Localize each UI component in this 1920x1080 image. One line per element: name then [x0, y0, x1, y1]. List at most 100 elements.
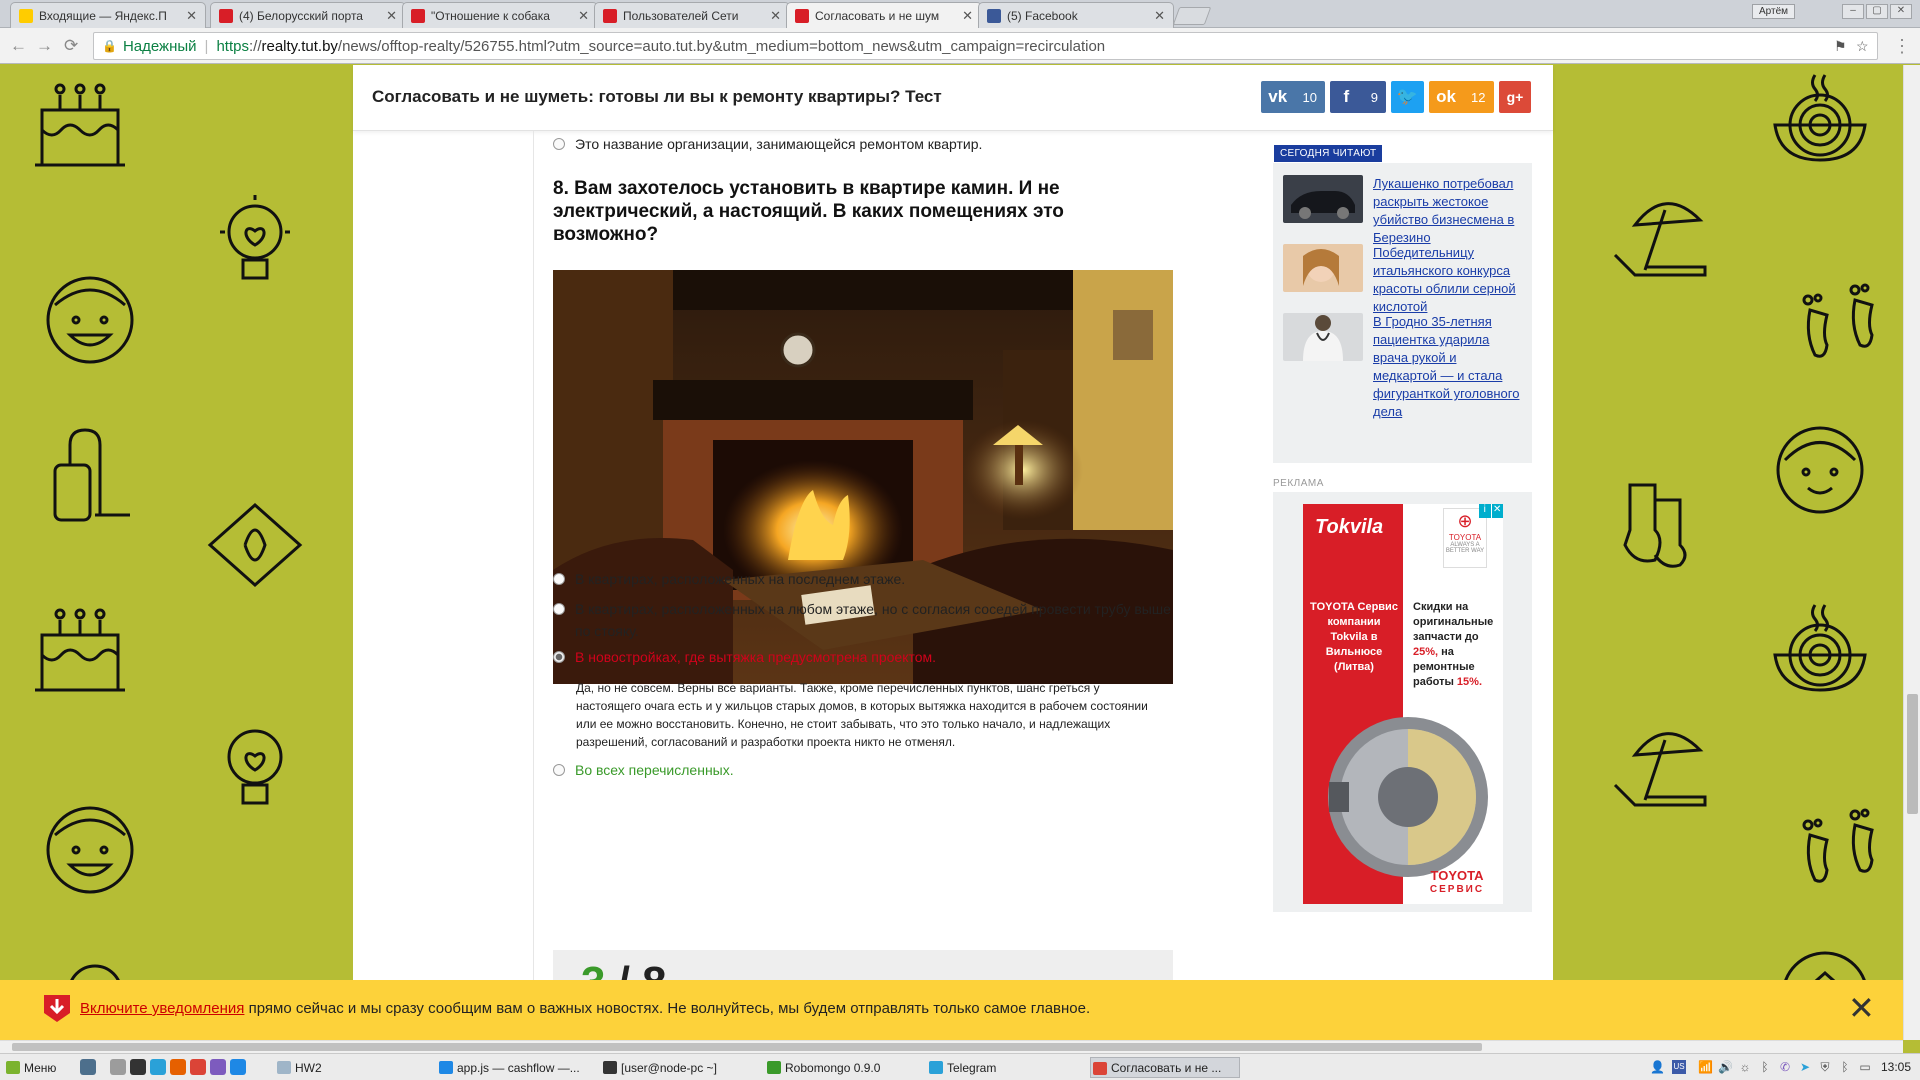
url-text[interactable]: https://realty.tut.by/news/offtop-realty… [216, 38, 1105, 55]
option-text: В квартирах, расположенных на любом этаж… [575, 601, 1171, 639]
news-thumbnail [1283, 244, 1363, 292]
back-arrow-icon[interactable]: ← [10, 36, 27, 56]
ad-footer-sub: СЕРВИС [1429, 884, 1485, 895]
viber-tray-icon[interactable]: ✆ [1778, 1060, 1792, 1074]
os-taskbar: Меню HW2 app.js — cashflow —... [user@no… [0, 1053, 1920, 1080]
share-twitter-button[interactable]: 🐦 [1391, 81, 1424, 113]
address-bar[interactable]: 🔒 Надежный | https://realty.tut.by/news/… [93, 32, 1878, 60]
keyboard-layout-flag-icon[interactable]: US [1672, 1060, 1686, 1074]
chrome-icon[interactable] [190, 1059, 206, 1075]
taskbar-window[interactable]: Robomongo 0.9.0 [765, 1057, 915, 1078]
content-column: Согласовать и не шуметь: готовы ли вы к … [353, 65, 1553, 1040]
news-link[interactable]: Победительницу итальянского конкурса кра… [1373, 244, 1523, 316]
taskbar-window[interactable]: [user@node-pc ~] [601, 1057, 751, 1078]
quiz-option[interactable]: В квартирах, расположенных на любом этаж… [553, 598, 1173, 642]
column-divider [533, 131, 534, 1040]
telegram-icon[interactable] [150, 1059, 166, 1075]
close-tab-icon[interactable]: ✕ [770, 8, 781, 24]
radio-button[interactable] [553, 138, 565, 150]
shield-icon[interactable]: ⛨ [1818, 1060, 1832, 1074]
menu-kebab-icon[interactable]: ⋮ [1893, 36, 1911, 57]
quiz-option-selected-wrong[interactable]: В новостройках, где вытяжка предусмотрен… [553, 646, 1173, 668]
ad-choices[interactable]: i ✕ [1479, 504, 1503, 518]
radio-button-selected[interactable] [553, 651, 565, 663]
adchoices-icon[interactable]: i [1479, 504, 1491, 518]
radio-button[interactable] [553, 764, 565, 776]
browser-tab[interactable]: Пользователей Сети ✕ [594, 2, 790, 28]
share-facebook-button[interactable]: f 9 [1330, 81, 1386, 113]
minimize-button[interactable]: – [1842, 4, 1864, 19]
maximize-button[interactable]: ▢ [1866, 4, 1888, 19]
close-window-button[interactable]: ✕ [1890, 4, 1912, 19]
scrollbar-thumb[interactable] [1907, 694, 1918, 814]
browser-tab-active[interactable]: Согласовать и не шум ✕ [786, 2, 982, 29]
share-count: 10 [1302, 89, 1317, 105]
tokvila-ad-banner[interactable]: Tokvila TOYOTA Сервис компании Tokvila в… [1303, 504, 1503, 904]
brightness-icon[interactable]: ☼ [1738, 1060, 1752, 1074]
ad-close-icon[interactable]: ✕ [1491, 504, 1503, 518]
taskbar-window-active[interactable]: Согласовать и не ... [1090, 1057, 1240, 1078]
new-tab-button[interactable] [1172, 7, 1212, 25]
vscode-icon[interactable] [230, 1059, 246, 1075]
window-title: Telegram [947, 1060, 997, 1075]
reload-icon[interactable]: ⟳ [64, 36, 78, 56]
files-icon[interactable] [110, 1059, 126, 1075]
browser-tab-strip: Входящие — Яндекс.П ✕ (4) Белорусский по… [0, 0, 1920, 29]
smiling-face-icon [46, 276, 134, 364]
taskbar-window[interactable]: HW2 [275, 1057, 425, 1078]
tab-title: (4) Белорусский порта [239, 8, 363, 23]
article-title: Согласовать и не шуметь: готовы ли вы к … [372, 87, 942, 106]
browser-tab[interactable]: Входящие — Яндекс.П ✕ [10, 2, 206, 28]
quiz-option[interactable]: В квартирах, расположенных на последнем … [553, 568, 1173, 590]
quiz-option-previous[interactable]: Это название организации, занимающейся р… [553, 133, 982, 155]
close-tab-icon[interactable]: ✕ [578, 8, 589, 24]
tab-title: Входящие — Яндекс.П [39, 8, 167, 23]
horizontal-scrollbar[interactable] [0, 1040, 1903, 1053]
telegram-tray-icon[interactable]: ➤ [1798, 1060, 1812, 1074]
translate-icon[interactable]: ⚑ [1834, 38, 1847, 55]
viber-icon[interactable] [210, 1059, 226, 1075]
close-tab-icon[interactable]: ✕ [962, 8, 973, 24]
close-tab-icon[interactable]: ✕ [1154, 8, 1165, 24]
battery-icon[interactable]: ▭ [1858, 1060, 1872, 1074]
wifi-icon[interactable]: 📶 [1698, 1060, 1713, 1074]
bluetooth-icon[interactable]: ᛒ [1838, 1060, 1852, 1074]
close-tab-icon[interactable]: ✕ [186, 8, 197, 24]
tut-by-icon [411, 9, 425, 23]
notification-banner: Включите уведомления прямо сейчас и мы с… [0, 980, 1903, 1040]
smiling-face-icon [1776, 426, 1864, 514]
close-tab-icon[interactable]: ✕ [386, 8, 397, 24]
bookmark-star-icon[interactable]: ☆ [1856, 38, 1869, 55]
forward-arrow-icon[interactable]: → [36, 36, 53, 56]
taskbar-window[interactable]: app.js — cashflow —... [437, 1057, 587, 1078]
terminal-icon[interactable] [130, 1059, 146, 1075]
radio-button[interactable] [553, 573, 565, 585]
vertical-scrollbar[interactable] [1903, 65, 1920, 1040]
url-scheme: https [216, 37, 249, 55]
user-icon[interactable]: 👤 [1650, 1060, 1665, 1074]
quiz-option-correct[interactable]: Во всех перечисленных. [553, 759, 1173, 781]
share-googleplus-button[interactable]: g+ [1499, 81, 1531, 113]
show-desktop-icon[interactable] [80, 1059, 96, 1075]
bluetooth-icon[interactable]: ᛒ [1758, 1060, 1772, 1074]
profile-button[interactable]: Артём [1752, 4, 1796, 19]
radio-button[interactable] [553, 603, 565, 615]
firefox-icon[interactable] [170, 1059, 186, 1075]
share-odnoklassniki-button[interactable]: ok 12 [1429, 81, 1494, 113]
news-link[interactable]: В Гродно 35-летняя пациентка ударила вра… [1373, 313, 1523, 421]
start-menu-button[interactable]: Меню [4, 1057, 74, 1078]
clock[interactable]: 13:05 [1881, 1060, 1911, 1074]
news-link[interactable]: Лукашенко потребовал раскрыть жестокое у… [1373, 175, 1523, 247]
browser-tab[interactable]: "Отношение к собака ✕ [402, 2, 598, 28]
share-count: 12 [1471, 89, 1486, 105]
enable-notifications-link[interactable]: Включите уведомления [80, 1000, 244, 1017]
lightbulb-heart-icon [220, 195, 290, 280]
share-vk-button[interactable]: vk 10 [1261, 81, 1325, 113]
menu-label: Меню [24, 1060, 57, 1075]
taskbar-window[interactable]: Telegram [927, 1057, 1077, 1078]
scrollbar-thumb[interactable] [12, 1043, 1482, 1051]
volume-icon[interactable]: 🔊 [1718, 1060, 1733, 1074]
browser-tab[interactable]: (4) Белорусский порта ✕ [210, 2, 406, 28]
close-icon[interactable]: ✕ [1848, 992, 1875, 1024]
browser-tab[interactable]: (5) Facebook ✕ [978, 2, 1174, 28]
